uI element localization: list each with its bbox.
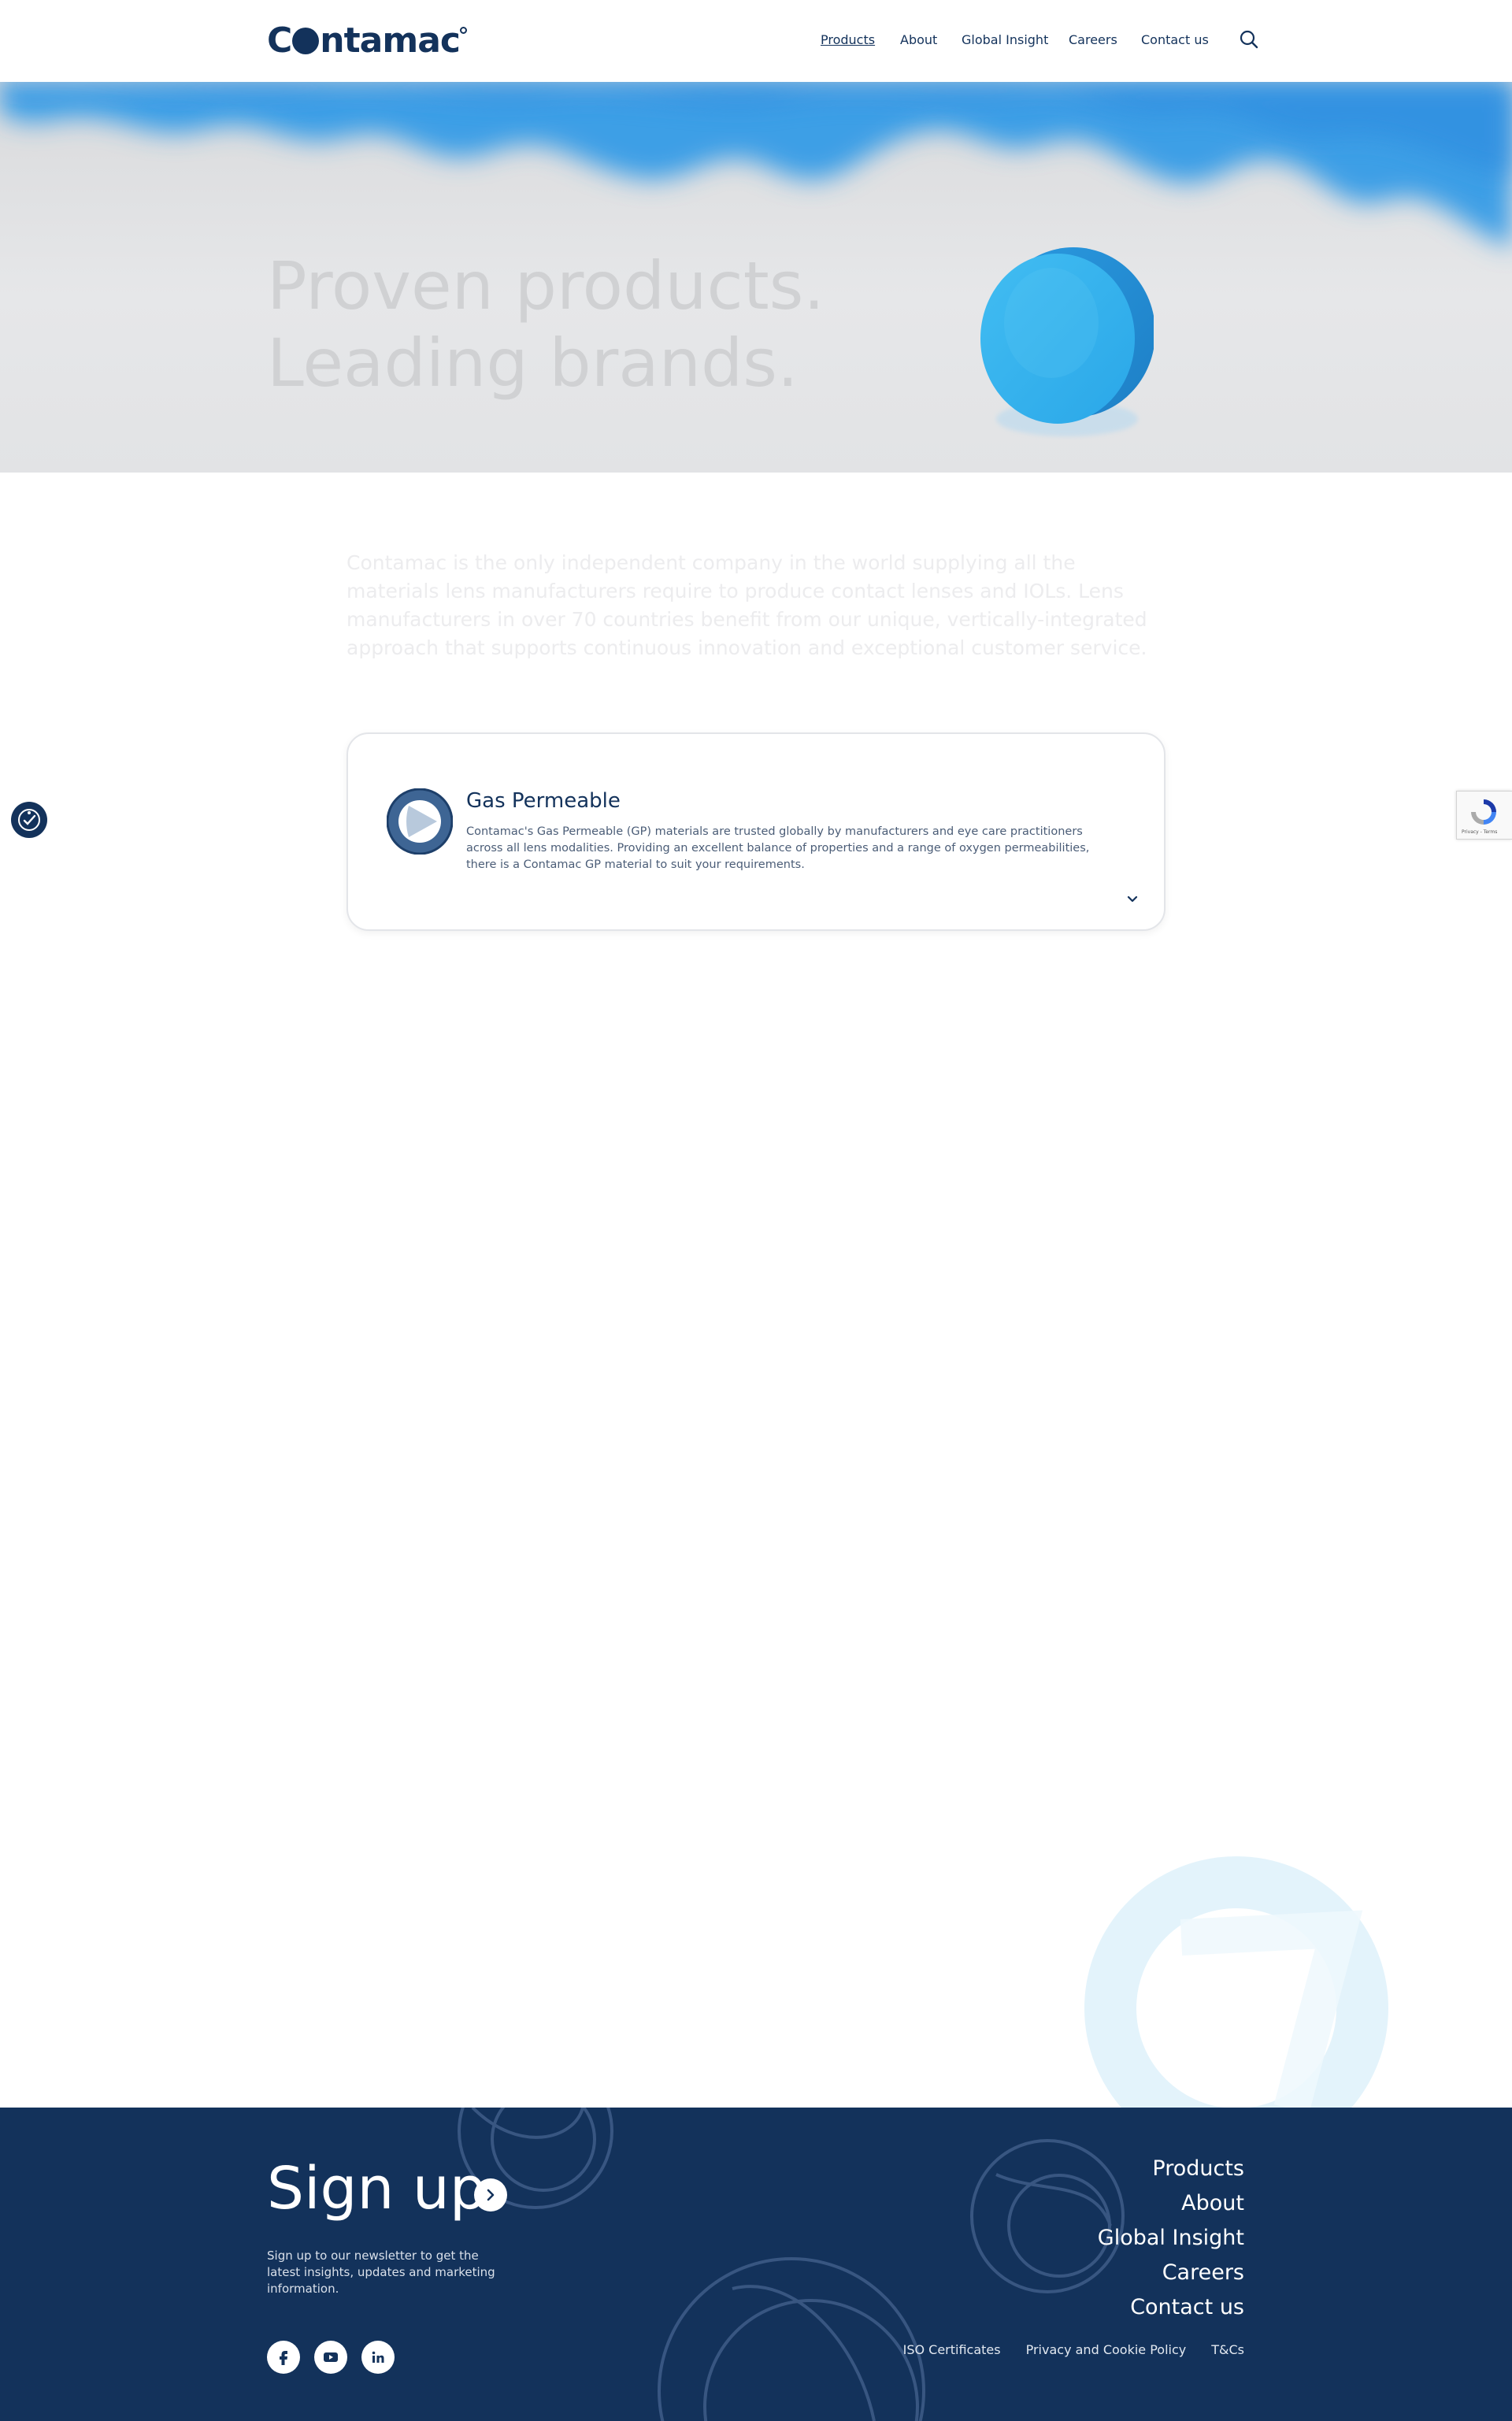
- main-nav: Products About Global Insight Careers Co…: [0, 30, 1512, 50]
- terms-link[interactable]: T&Cs: [1211, 2341, 1244, 2360]
- linkedin-icon: [372, 2351, 384, 2363]
- footer-nav: Products About Global Insight Careers Co…: [1098, 2152, 1244, 2325]
- nav-contact-us[interactable]: Contact us: [1141, 30, 1209, 50]
- site-footer: Sign up Sign up to our newsletter to get…: [0, 2108, 1512, 2421]
- nav-about[interactable]: About: [900, 30, 937, 50]
- signup-title: Sign up: [267, 2155, 487, 2223]
- signup-button[interactable]: [474, 2178, 507, 2212]
- footer-nav-contact-us[interactable]: Contact us: [1098, 2290, 1244, 2325]
- accessibility-icon: [18, 809, 40, 831]
- hero-title-line-2: Leading brands.: [267, 324, 799, 402]
- search-button[interactable]: [1238, 28, 1260, 50]
- facebook-link[interactable]: [267, 2341, 300, 2374]
- gas-permeable-icon: [387, 788, 453, 855]
- footer-legal-links: ISO Certificates Privacy and Cookie Poli…: [903, 2341, 1244, 2360]
- chevron-down-icon[interactable]: [1125, 892, 1140, 907]
- recaptcha-icon: [1471, 799, 1496, 825]
- footer-nav-about[interactable]: About: [1098, 2186, 1244, 2221]
- facebook-icon: [280, 2351, 287, 2365]
- nav-products[interactable]: Products: [821, 30, 875, 50]
- recaptcha-badge[interactable]: Privacy - Terms: [1456, 791, 1512, 840]
- signup-description: Sign up to our newsletter to get the lat…: [267, 2249, 495, 2296]
- footer-nav-global-insight[interactable]: Global Insight: [1098, 2221, 1244, 2256]
- nav-global-insight[interactable]: Global Insight: [962, 30, 1048, 50]
- hero-title-line-1: Proven products.: [267, 247, 825, 324]
- footer-nav-careers[interactable]: Careers: [1098, 2256, 1244, 2290]
- youtube-link[interactable]: [314, 2341, 347, 2374]
- intro-paragraph: Contamac is the only independent company…: [346, 551, 1147, 659]
- card-title: Gas Permeable: [466, 789, 621, 813]
- site-header: Cntamac Products About Global Insight Ca…: [0, 0, 1512, 82]
- linkedin-link[interactable]: [361, 2341, 395, 2374]
- privacy-policy-link[interactable]: Privacy and Cookie Policy: [1026, 2341, 1187, 2360]
- card-description: Contamac's Gas Permeable (GP) materials …: [466, 825, 1090, 871]
- chevron-right-icon: [487, 2189, 495, 2201]
- decorative-ring-graphic: [1084, 1856, 1388, 2109]
- accessibility-button[interactable]: [11, 802, 47, 838]
- hero-banner: Proven products. Leading brands.: [0, 82, 1512, 473]
- iso-certificates-link[interactable]: ISO Certificates: [903, 2341, 1001, 2360]
- footer-nav-products[interactable]: Products: [1098, 2152, 1244, 2186]
- footer-decorative-circles: [458, 2108, 1125, 2421]
- gas-permeable-accordion[interactable]: Gas Permeable Contamac's Gas Permeable (…: [346, 732, 1166, 931]
- lens-material-button-image: [980, 247, 1154, 436]
- recaptcha-links[interactable]: Privacy - Terms: [1462, 829, 1497, 835]
- hero-title: Proven products. Leading brands.: [267, 247, 825, 402]
- nav-careers[interactable]: Careers: [1069, 30, 1117, 50]
- youtube-icon: [324, 2352, 338, 2362]
- search-icon: [1240, 30, 1258, 49]
